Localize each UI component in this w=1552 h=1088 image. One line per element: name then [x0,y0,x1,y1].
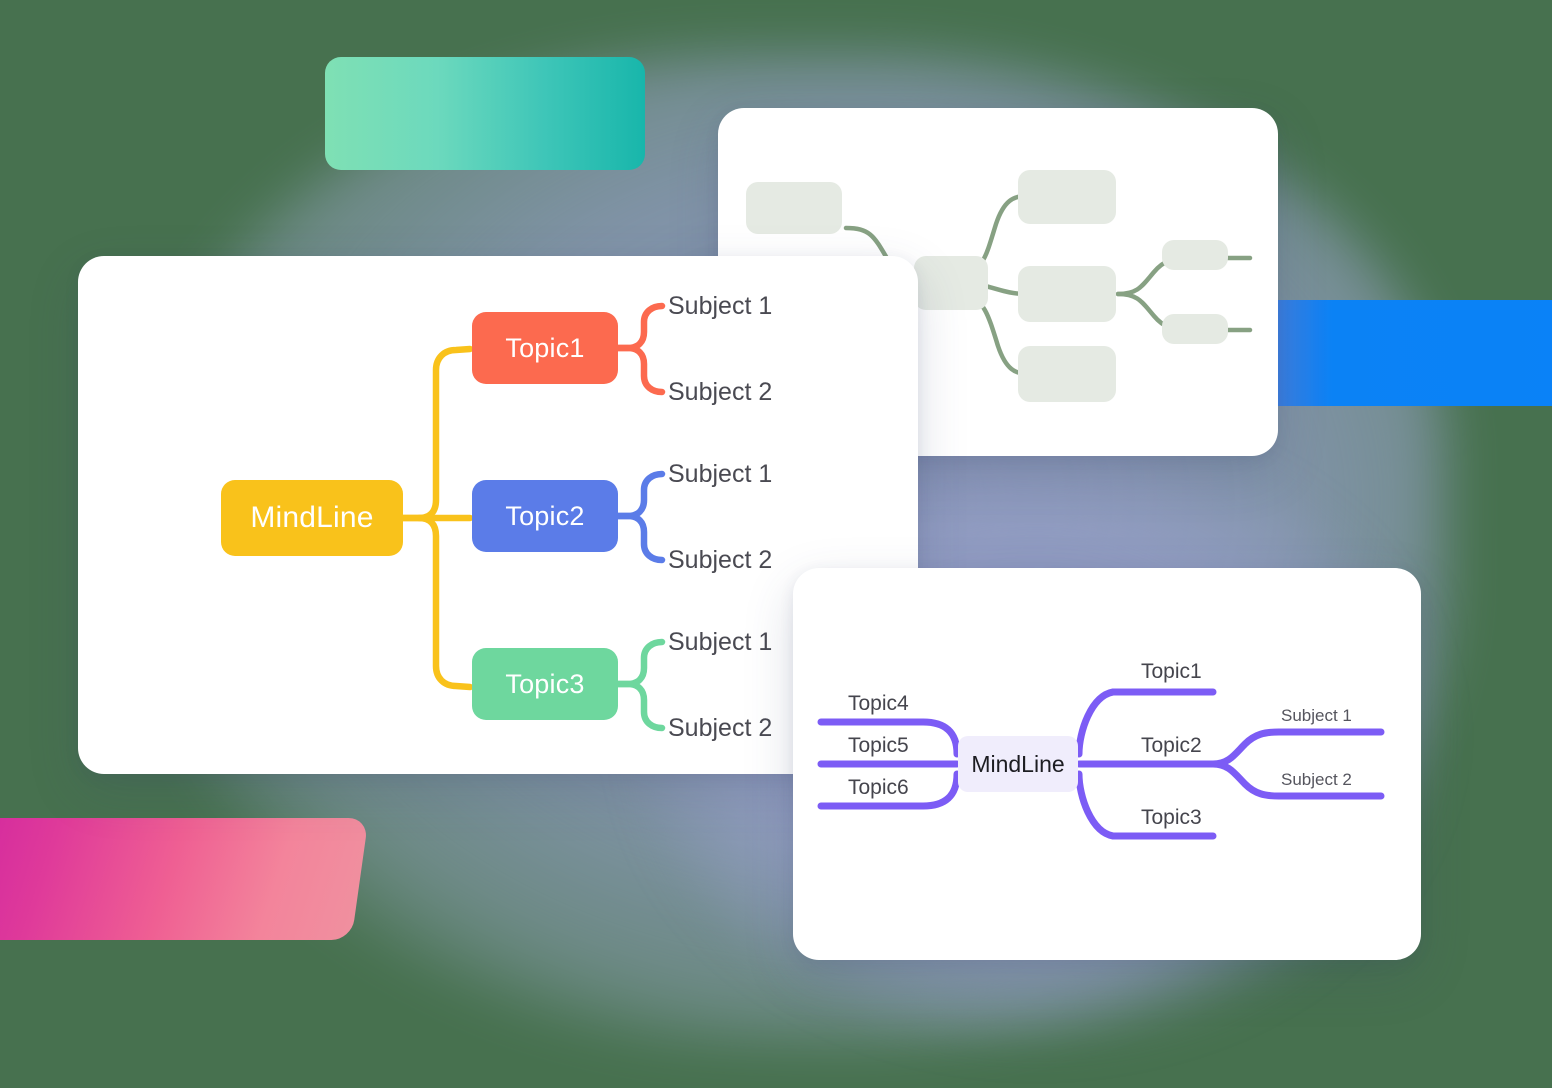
ghost-box-left[interactable] [746,182,842,234]
node-topic2[interactable]: Topic2 [472,480,618,552]
blue-gradient-blob [1278,300,1552,406]
leaf-topic1-subject-2[interactable]: Subject 2 [668,378,772,407]
leaf-topic3-subject-2[interactable]: Subject 2 [668,714,772,743]
ghost-box-leaf-top[interactable] [1162,240,1228,270]
leaf-topic2-subject-1[interactable]: Subject 1 [668,460,772,489]
mindmap-center-node[interactable]: MindLine [958,736,1078,792]
node-mindline-label: MindLine [250,501,374,534]
leaf-topic3-subject-1[interactable]: Subject 1 [668,628,772,657]
mindmap-card-bottom-right[interactable]: MindLine Topic4 Topic5 Topic6 Topic1 Top… [793,568,1421,960]
mm-label-topic3[interactable]: Topic3 [1141,806,1202,830]
mindmap-center-label: MindLine [971,750,1065,777]
mm-label-topic6[interactable]: Topic6 [848,776,909,800]
leaf-topic2-subject-2[interactable]: Subject 2 [668,546,772,575]
mm-label-topic4[interactable]: Topic4 [848,692,909,716]
ghost-box-center-root[interactable] [914,256,988,310]
bottom-right-connectors [817,688,1385,840]
mindmap-card-main[interactable]: MindLine Topic1 Topic2 Topic3 Subject 1 … [78,256,918,774]
pink-gradient-blob [0,818,369,940]
mm-label-subject-2[interactable]: Subject 2 [1281,770,1352,790]
mm-label-topic1[interactable]: Topic1 [1141,660,1202,684]
ghost-box-top[interactable] [1018,170,1116,224]
node-topic1[interactable]: Topic1 [472,312,618,384]
node-topic3[interactable]: Topic3 [472,648,618,720]
ghost-box-middle[interactable] [1018,266,1116,322]
mm-label-subject-1[interactable]: Subject 1 [1281,706,1352,726]
ghost-box-leaf-bottom[interactable] [1162,314,1228,344]
node-topic2-label: Topic2 [505,500,585,531]
mm-label-topic5[interactable]: Topic5 [848,734,909,758]
node-mindline-root[interactable]: MindLine [221,480,403,556]
node-topic1-label: Topic1 [505,332,585,363]
node-topic3-label: Topic3 [505,668,585,699]
leaf-topic1-subject-1[interactable]: Subject 1 [668,292,772,321]
mm-label-topic2[interactable]: Topic2 [1141,734,1202,758]
green-gradient-blob [325,57,645,170]
ghost-box-bottom[interactable] [1018,346,1116,402]
